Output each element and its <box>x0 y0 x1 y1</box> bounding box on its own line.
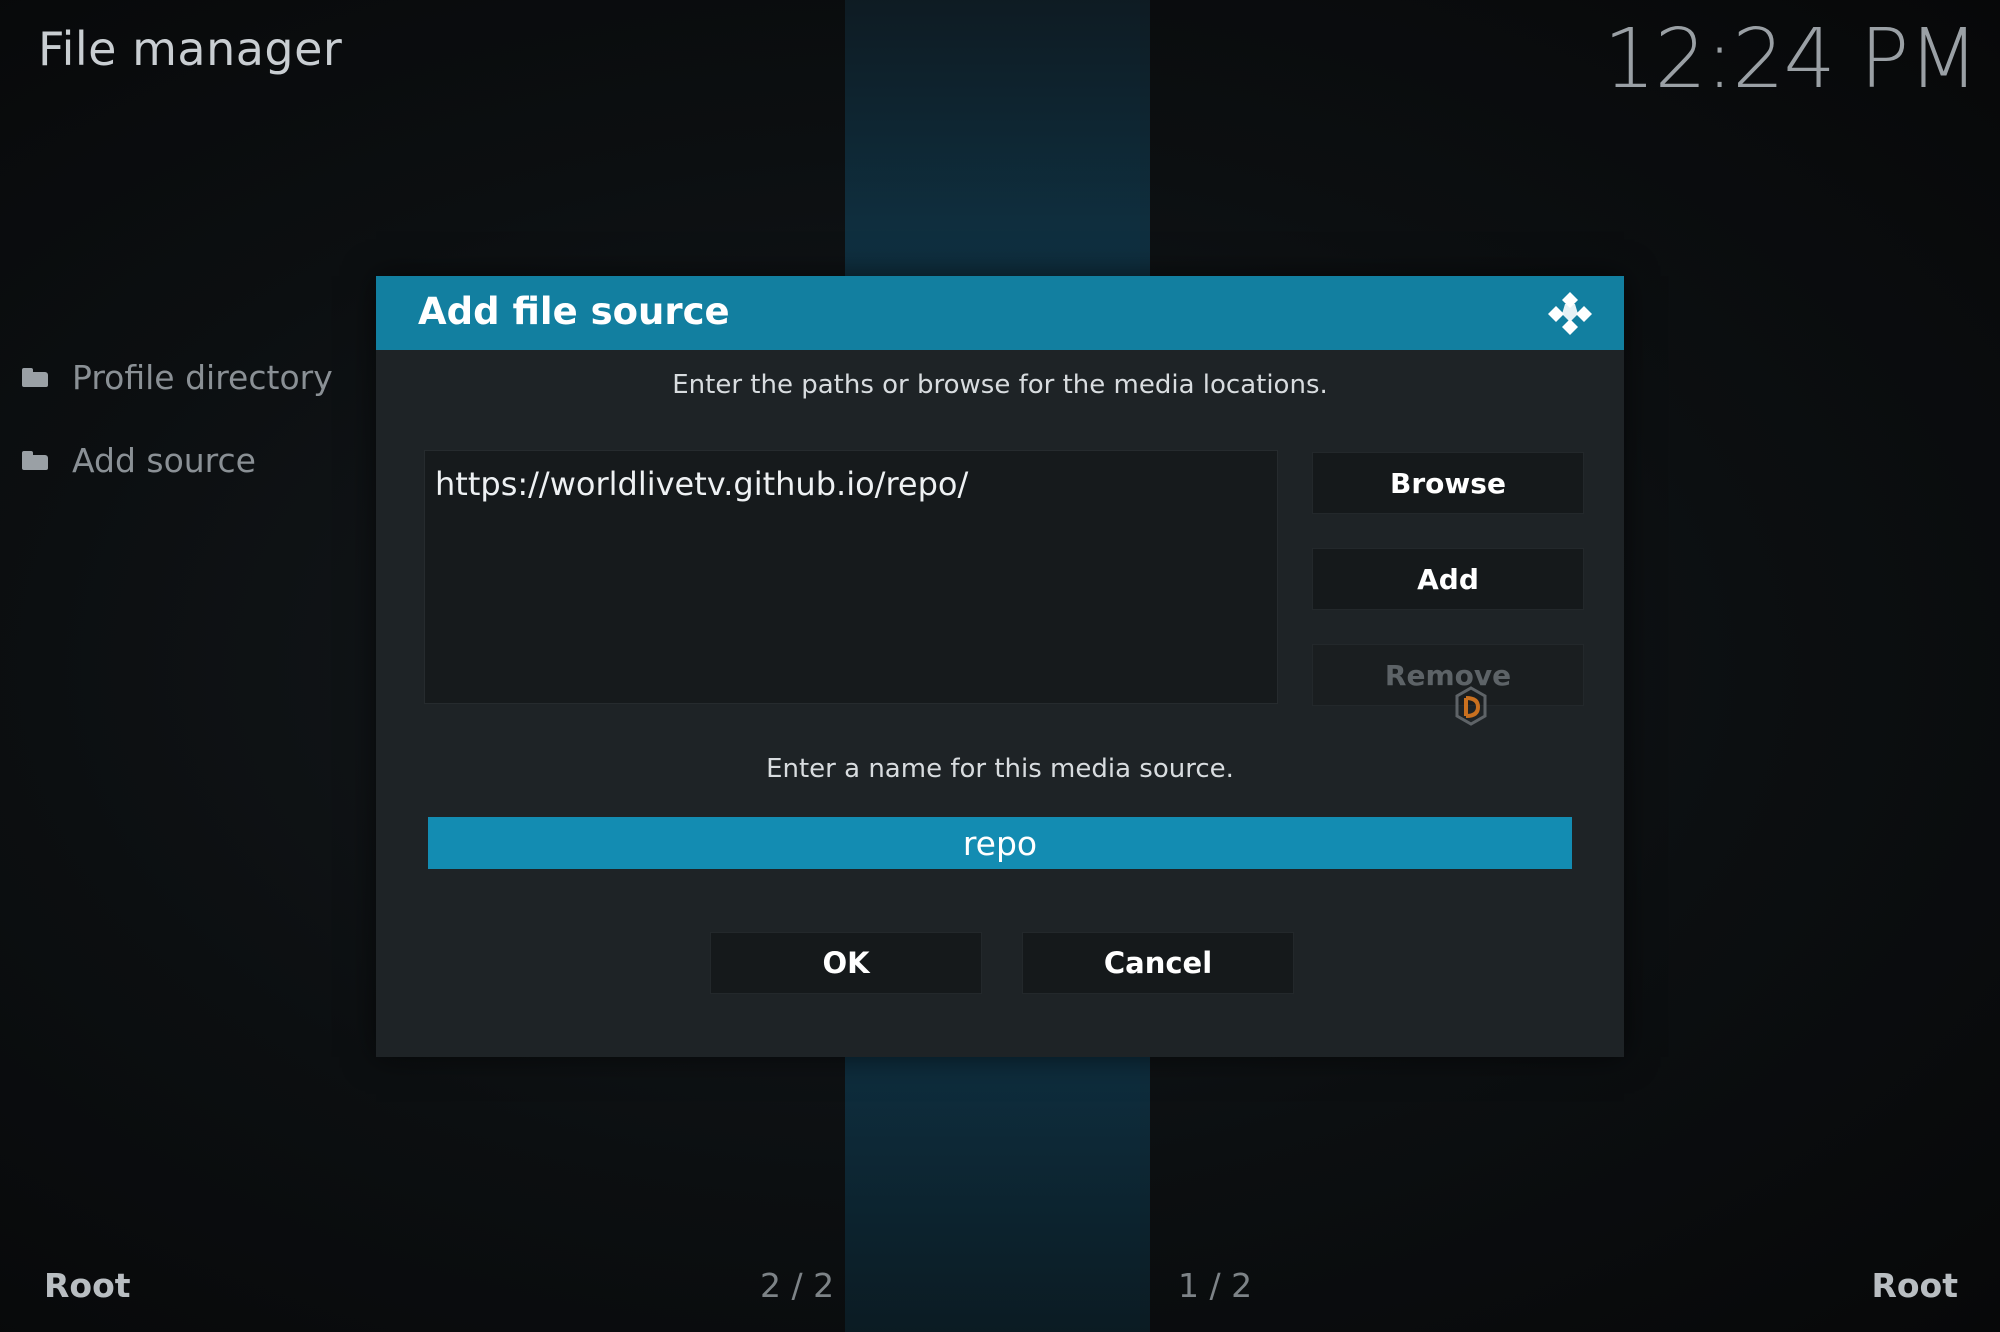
kodi-screen: File manager 12:24 PM Profile directory … <box>0 0 2000 1332</box>
cancel-button[interactable]: Cancel <box>1022 932 1294 994</box>
add-button[interactable]: Add <box>1312 548 1584 610</box>
dialog-header: Add file source <box>376 276 1624 350</box>
ok-button[interactable]: OK <box>710 932 982 994</box>
sidebar-list: Profile directory Add source <box>20 352 333 518</box>
folder-icon <box>22 367 48 387</box>
sidebar-item-profile-directory[interactable]: Profile directory <box>20 352 333 402</box>
remove-button[interactable]: Remove <box>1312 644 1584 706</box>
dialog-title: Add file source <box>418 290 730 333</box>
page-title: File manager <box>38 22 343 76</box>
add-file-source-dialog: Add file source Enter the paths or brows… <box>376 276 1624 1057</box>
path-list-item[interactable]: https://worldlivetv.github.io/repo/ <box>435 465 968 503</box>
footer-right-label: Root <box>1871 1266 1958 1305</box>
sidebar-item-add-source[interactable]: Add source <box>20 435 333 485</box>
footer-left-page-count: 2 / 2 <box>760 1266 835 1305</box>
name-instructions: Enter a name for this media source. <box>766 754 1234 784</box>
sidebar-item-label: Profile directory <box>72 357 333 397</box>
kodi-logo-icon <box>1548 292 1592 335</box>
watermark-icon <box>1455 686 1487 726</box>
source-name-input[interactable]: repo <box>428 817 1572 869</box>
clock: 12:24 PM <box>1603 12 1979 107</box>
path-instructions: Enter the paths or browse for the media … <box>672 370 1328 400</box>
folder-icon <box>22 450 48 470</box>
browse-button[interactable]: Browse <box>1312 452 1584 514</box>
footer-left-label: Root <box>44 1266 131 1305</box>
footer-right-page-count: 1 / 2 <box>1178 1266 1253 1305</box>
paths-list[interactable]: https://worldlivetv.github.io/repo/ <box>424 450 1278 704</box>
sidebar-item-label: Add source <box>72 440 256 480</box>
